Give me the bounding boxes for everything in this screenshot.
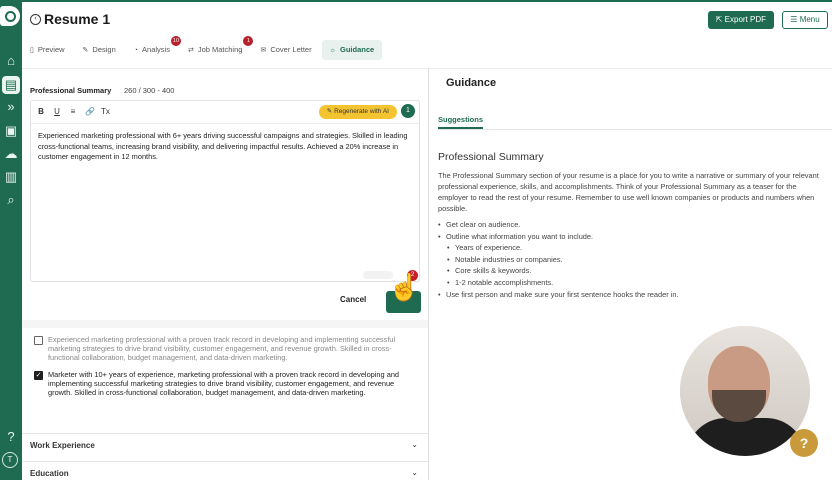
app-logo[interactable] — [0, 6, 20, 26]
summary-editor[interactable]: B U ≡ 🔗 Tx ✎ Regenerate with AI 1 Experi… — [30, 100, 420, 282]
section-label: Work Experience — [30, 441, 95, 450]
tab-suggestions[interactable]: Suggestions — [438, 115, 484, 129]
summary-text[interactable]: Experienced marketing professional with … — [38, 131, 414, 163]
tab-preview[interactable]: ▯ Preview — [22, 40, 73, 60]
option-checkbox-checked[interactable]: ✓ — [34, 371, 43, 380]
help-button[interactable]: ? — [790, 429, 818, 457]
list-subitem: 1-2 notable accomplishments. — [438, 277, 818, 289]
menu-label: Menu — [799, 15, 820, 24]
summary-label: Professional Summary — [30, 86, 112, 95]
list-item: Use first person and make sure your firs… — [438, 289, 818, 301]
tab-guidance[interactable]: ☼ Guidance — [321, 40, 383, 60]
chart-icon[interactable]: ▥ — [2, 168, 20, 186]
tab-label: Preview — [37, 45, 65, 54]
regenerate-label: Regenerate with AI — [334, 108, 389, 115]
pen-icon: ✎ — [82, 47, 89, 54]
clear-format-button[interactable]: Tx — [101, 107, 110, 116]
option-checkbox[interactable] — [34, 336, 43, 345]
home-icon[interactable]: ⌂ — [2, 52, 20, 70]
page-title: Resume 1 — [44, 11, 111, 27]
list-button[interactable]: ≡ — [69, 107, 77, 116]
resume-icon[interactable]: ▤ — [2, 76, 20, 94]
tab-cover-letter[interactable]: ✉ Cover Letter — [252, 40, 319, 60]
header-divider — [22, 68, 832, 69]
contacts-icon[interactable]: ▣ — [2, 122, 20, 140]
guidance-heading: Professional Summary — [438, 151, 544, 163]
tab-label: Design — [92, 45, 116, 54]
editor-divider — [31, 123, 419, 124]
character-count: 260 / 300 - 400 — [124, 86, 175, 95]
guidance-list: Get clear on audience. Outline what info… — [438, 219, 818, 300]
search-icon[interactable]: ⌕ — [2, 191, 20, 209]
option-text: Experienced marketing professional with … — [48, 335, 396, 362]
menu-button[interactable]: ☰ Menu — [782, 11, 828, 29]
list-subitem: Notable industries or companies. — [438, 254, 818, 266]
export-pdf-label: Export PDF — [724, 15, 766, 24]
back-icon[interactable]: ‹ — [30, 14, 41, 25]
bulb-icon: ☼ — [329, 47, 337, 54]
guidance-paragraph: The Professional Summary section of your… — [438, 171, 819, 213]
list-item: Outline what information you want to inc… — [438, 231, 818, 243]
guidance-tab-underline — [438, 129, 832, 130]
tab-label: Job Matching — [197, 45, 243, 54]
swap-icon: ⇄ — [187, 47, 194, 54]
tab-label: Cover Letter — [270, 45, 312, 54]
section-education[interactable]: Education ⌄ — [22, 461, 428, 480]
underline-button[interactable]: U — [53, 107, 61, 116]
magic-wand-icon: ✎ — [326, 108, 335, 115]
section-band — [22, 320, 428, 328]
cancel-button[interactable]: Cancel — [340, 295, 366, 304]
list-item: Get clear on audience. — [438, 219, 818, 231]
webcam-person-body — [686, 418, 806, 456]
list-subitem: Years of experience. — [438, 242, 818, 254]
letter-icon: ✉ — [260, 47, 267, 54]
pie-icon: ◔ — [133, 47, 139, 54]
link-button[interactable]: 🔗 — [85, 107, 95, 116]
export-icon: ⇱ — [715, 15, 725, 24]
tab-design[interactable]: ✎ Design — [75, 40, 124, 60]
cloud-icon[interactable]: ☁ — [2, 145, 20, 163]
tab-label: Guidance — [340, 45, 375, 54]
section-label: Education — [30, 469, 69, 478]
left-rail: ⌂ ▤ » ▣ ☁ ▥ ⌕ ? T — [0, 0, 22, 480]
menu-icon: ☰ — [790, 15, 800, 24]
user-avatar[interactable]: T — [2, 452, 18, 468]
doc-icon: ▯ — [30, 47, 34, 54]
editor-toolbar: B U ≡ 🔗 Tx — [37, 107, 110, 116]
panel-divider — [428, 68, 429, 480]
list-subitem: Core skills & keywords. — [438, 265, 818, 277]
section-work-experience[interactable]: Work Experience ⌄ — [22, 433, 428, 457]
tab-analysis[interactable]: ◔ Analysis 10 — [126, 36, 181, 60]
hand-cursor-icon: ☝ — [388, 272, 421, 302]
step-badge-1: 1 — [401, 104, 415, 118]
chevron-down-icon: ⌄ — [411, 468, 418, 477]
export-pdf-button[interactable]: ⇱ Export PDF — [707, 11, 774, 29]
help-rail-icon[interactable]: ? — [2, 428, 20, 446]
chevron-down-icon: ⌄ — [411, 440, 418, 449]
tab-label: Analysis — [142, 45, 170, 54]
bold-button[interactable]: B — [37, 107, 45, 116]
forward-icon[interactable]: » — [2, 98, 20, 116]
regenerate-ai-button[interactable]: ✎ Regenerate with AI — [318, 105, 397, 119]
tab-bar: ▯ Preview ✎ Design ◔ Analysis 10 ⇄ Job Matchi… — [22, 36, 384, 62]
tab-job-matching[interactable]: ⇄ Job Matching 1 — [180, 36, 254, 60]
option-text: Marketer with 10+ years of experience, m… — [48, 370, 400, 397]
guidance-title: Guidance — [446, 77, 497, 89]
header: ‹ Resume 1 ⇱ Export PDF ☰ Menu — [22, 0, 832, 38]
